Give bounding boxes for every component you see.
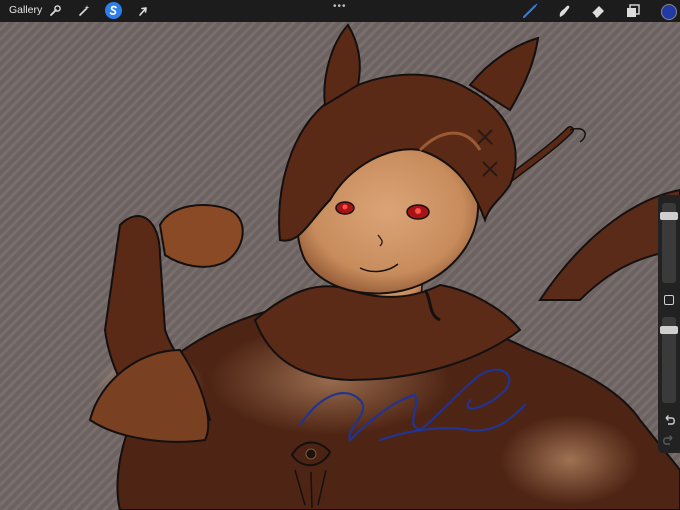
side-slider-bar <box>658 195 680 453</box>
smudge-finger-icon[interactable] <box>555 2 573 20</box>
opacity-thumb[interactable] <box>660 326 678 335</box>
modifier-square-icon[interactable] <box>664 295 674 305</box>
layers-icon[interactable] <box>624 2 642 20</box>
top-toolbar: Gallery ••• <box>0 0 680 22</box>
brush-icon[interactable] <box>521 2 539 20</box>
brush-size-slider[interactable] <box>660 203 678 283</box>
opacity-slider[interactable] <box>660 317 678 403</box>
eraser-icon[interactable] <box>589 2 607 20</box>
undo-icon[interactable] <box>662 413 676 427</box>
drawing-canvas[interactable] <box>0 22 680 510</box>
wrench-icon[interactable] <box>47 2 64 19</box>
magic-wand-icon[interactable] <box>76 2 93 19</box>
brush-size-thumb[interactable] <box>660 211 678 220</box>
redo-icon[interactable] <box>662 433 676 447</box>
selection-s-icon[interactable] <box>105 2 122 19</box>
arrow-cursor-icon[interactable] <box>134 2 151 19</box>
gallery-button[interactable]: Gallery <box>9 4 42 16</box>
artwork-illustration <box>88 23 680 510</box>
more-options-button[interactable]: ••• <box>333 1 347 12</box>
color-picker-button[interactable] <box>661 4 677 20</box>
